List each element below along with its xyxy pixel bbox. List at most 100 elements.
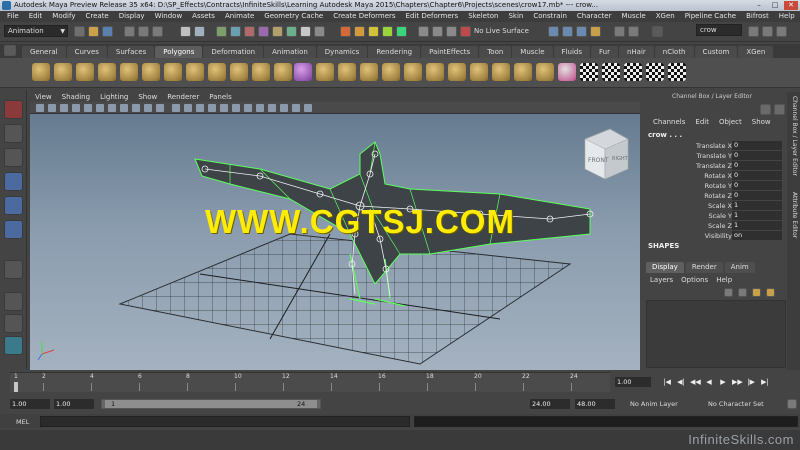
- poly-pipe-icon[interactable]: [208, 63, 226, 81]
- modeling-toolkit-icon[interactable]: [628, 26, 639, 37]
- search-filter-icon[interactable]: [652, 26, 663, 37]
- uv-editor-icon[interactable]: [668, 63, 686, 81]
- menu-skeleton[interactable]: Skeleton: [463, 11, 503, 22]
- scale-tool-icon[interactable]: [4, 220, 23, 239]
- open-scene-icon[interactable]: [88, 26, 99, 37]
- channel-box-split-icon[interactable]: [774, 104, 785, 115]
- animation-preferences-icon[interactable]: [787, 399, 797, 409]
- grid-toggle-icon[interactable]: [84, 104, 92, 112]
- xray-joints-icon[interactable]: [292, 104, 300, 112]
- new-scene-icon[interactable]: [74, 26, 85, 37]
- layout-four-icon[interactable]: [4, 314, 23, 333]
- command-input[interactable]: [40, 416, 410, 427]
- maximize-button[interactable]: □: [768, 1, 782, 10]
- sidebar-toggle-icon[interactable]: [614, 26, 625, 37]
- channel-menu-show[interactable]: Show: [747, 116, 776, 128]
- uv-spherical-icon[interactable]: [624, 63, 642, 81]
- textured-icon[interactable]: [208, 104, 216, 112]
- go-to-end-button[interactable]: ▶|: [760, 377, 770, 387]
- shelf-tab-animation[interactable]: Animation: [264, 46, 316, 58]
- xray-icon[interactable]: [280, 104, 288, 112]
- channel-box-layout-icon[interactable]: [760, 104, 771, 115]
- shelf-tab-xgen[interactable]: XGen: [738, 46, 774, 58]
- play-forwards-button[interactable]: ▶: [718, 377, 728, 387]
- poly-bevel-icon[interactable]: [492, 63, 510, 81]
- poly-smooth-icon[interactable]: [382, 63, 400, 81]
- menu-create-deformers[interactable]: Create Deformers: [328, 11, 400, 22]
- poly-plane-icon[interactable]: [120, 63, 138, 81]
- safe-title-icon[interactable]: [156, 104, 164, 112]
- poly-sphere-icon[interactable]: [32, 63, 50, 81]
- poly-booleans-icon[interactable]: [360, 63, 378, 81]
- menu-skin[interactable]: Skin: [503, 11, 528, 22]
- viewport-menu-renderer[interactable]: Renderer: [162, 92, 204, 102]
- mask-surfaces-icon[interactable]: [258, 26, 269, 37]
- ipr-render-icon[interactable]: [562, 26, 573, 37]
- shapes-section[interactable]: SHAPES: [648, 242, 679, 250]
- current-time-marker[interactable]: [14, 382, 18, 392]
- antialiasing-icon[interactable]: [256, 104, 264, 112]
- attr-translate-y[interactable]: Translate Y0: [644, 151, 786, 161]
- poly-pyramid-icon[interactable]: [186, 63, 204, 81]
- ambient-occlusion-icon[interactable]: [244, 104, 252, 112]
- time-slider[interactable]: 1 2 4 6 8 10 12 14 16 18 20 22 24: [10, 372, 610, 392]
- poly-reduce-icon[interactable]: [404, 63, 422, 81]
- paint-select-tool-icon[interactable]: [4, 148, 23, 167]
- uv-planar-icon[interactable]: [580, 63, 598, 81]
- menu-character[interactable]: Character: [572, 11, 617, 22]
- move-tool-icon[interactable]: [4, 172, 23, 191]
- attr-scale-y[interactable]: Scale Y1: [644, 211, 786, 221]
- mask-dynamics-icon[interactable]: [286, 26, 297, 37]
- channel-menu-channels[interactable]: Channels: [648, 116, 690, 128]
- select-tool-icon[interactable]: [4, 100, 23, 119]
- shelf-tab-polygons[interactable]: Polygons: [155, 46, 203, 58]
- pick-mask-icon[interactable]: [180, 26, 191, 37]
- tool-settings-toggle-icon[interactable]: [776, 26, 787, 37]
- poly-extrude-icon[interactable]: [470, 63, 488, 81]
- uv-automatic-icon[interactable]: [646, 63, 664, 81]
- layer-tab-render[interactable]: Render: [685, 262, 723, 273]
- viewport-menu-shading[interactable]: Shading: [57, 92, 95, 102]
- poly-torus-icon[interactable]: [142, 63, 160, 81]
- perspective-viewport[interactable]: FRONT RIGHT: [30, 114, 640, 370]
- poly-prism-icon[interactable]: [164, 63, 182, 81]
- viewport-menu-view[interactable]: View: [30, 92, 57, 102]
- channel-box-toggle-icon[interactable]: [748, 26, 759, 37]
- poly-append-icon[interactable]: [514, 63, 532, 81]
- character-set-dropdown[interactable]: No Character Set: [700, 399, 786, 409]
- attr-rotate-y[interactable]: Rotate Y0: [644, 181, 786, 191]
- poly-mirror-icon[interactable]: [426, 63, 444, 81]
- safe-action-icon[interactable]: [144, 104, 152, 112]
- step-back-frame-button[interactable]: ◀◀: [690, 377, 701, 387]
- poly-fill-hole-icon[interactable]: [536, 63, 554, 81]
- mask-handles-icon[interactable]: [216, 26, 227, 37]
- camera-select-icon[interactable]: [36, 104, 44, 112]
- go-to-start-button[interactable]: |◀: [662, 377, 672, 387]
- shelf-tab-surfaces[interactable]: Surfaces: [107, 46, 155, 58]
- shadows-icon[interactable]: [232, 104, 240, 112]
- mask-joints-icon[interactable]: [230, 26, 241, 37]
- film-gate-icon[interactable]: [96, 104, 104, 112]
- shelf-tab-fur[interactable]: Fur: [590, 46, 618, 58]
- playback-end-field[interactable]: 24.00: [530, 399, 570, 409]
- select-component-icon[interactable]: [152, 26, 163, 37]
- play-backwards-button[interactable]: ◀: [704, 377, 714, 387]
- lock-selection-icon[interactable]: [194, 26, 205, 37]
- poly-cone-icon[interactable]: [98, 63, 116, 81]
- animation-start-field[interactable]: 1.00: [10, 399, 50, 409]
- shelf-tab-painteffects[interactable]: PaintEffects: [421, 46, 479, 58]
- mask-rendering-icon[interactable]: [300, 26, 311, 37]
- menu-bifrost[interactable]: Bifrost: [741, 11, 774, 22]
- make-live-icon[interactable]: [396, 26, 407, 37]
- layout-single-icon[interactable]: [4, 292, 23, 311]
- side-tab-channel-box[interactable]: Channel Box / Layer Editor: [789, 96, 798, 176]
- attr-visibility[interactable]: Visibility on: [644, 231, 786, 241]
- construction-history-icon[interactable]: [446, 26, 457, 37]
- shelf-tab-ncloth[interactable]: nCloth: [654, 46, 694, 58]
- backface-culling-icon[interactable]: [304, 104, 312, 112]
- resolution-gate-icon[interactable]: [108, 104, 116, 112]
- selected-object-name[interactable]: crow . . .: [648, 131, 682, 139]
- bookmarks-icon[interactable]: [60, 104, 68, 112]
- menu-display[interactable]: Display: [114, 11, 150, 22]
- current-frame-field[interactable]: 1.00: [615, 377, 651, 387]
